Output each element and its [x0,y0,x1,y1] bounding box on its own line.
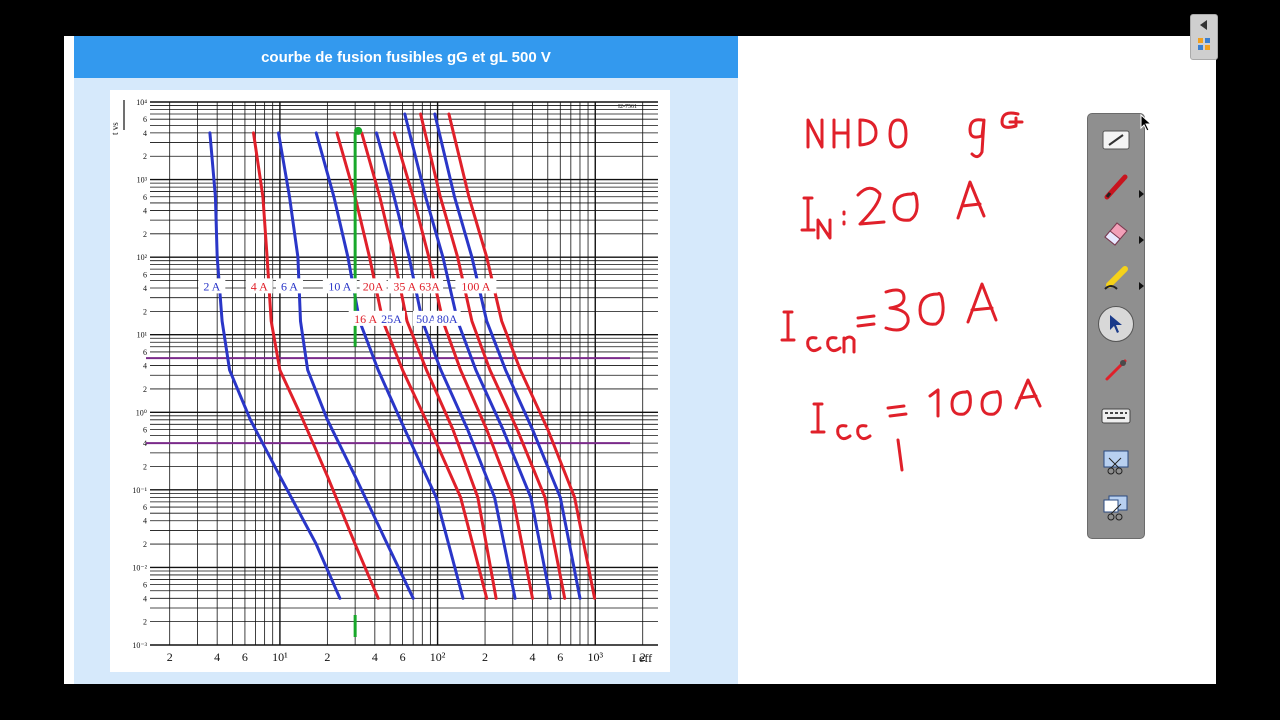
series-label: 6 A [281,279,298,293]
y-tick-label: 6 [143,348,147,357]
x-tick-label: 10² [430,650,446,664]
series-label: 100 A [461,279,490,293]
screen-capture-button[interactable] [1098,444,1134,480]
x-tick-label: 2 [167,650,173,664]
chart-code: I2-7561 [618,104,637,110]
y-tick-label: 6 [143,425,147,434]
pen-button[interactable] [1098,168,1144,204]
series-label: 25A [381,312,402,326]
y-tick-label: 10⁻¹ [132,486,147,495]
y-tick-label: 4 [143,129,147,138]
magic-pen-button[interactable] [1098,352,1134,388]
y-tick-label: 10³ [137,176,148,185]
y-tick-label: 10¹ [137,331,148,340]
y-tick-label: 6 [143,115,147,124]
x-tick-label: 4 [214,650,220,664]
y-tick-label: 10⁴ [136,98,147,107]
select-button[interactable] [1098,306,1134,342]
x-tick-label: 10¹ [272,650,288,664]
series-label: 35 A [393,279,416,293]
y-tick-label: 10⁰ [136,408,147,417]
x-tick-label: 4 [372,650,378,664]
y-tick-label: 2 [143,463,147,472]
y-tick-label: 4 [143,594,147,603]
floating-tools-icon [1197,37,1211,51]
y-tick-label: 10⁻² [132,563,147,572]
mouse-cursor-icon [1140,114,1152,132]
x-axis-label: I eff [632,651,652,665]
highlighter-icon [1104,266,1128,290]
y-tick-label: 10² [137,253,148,262]
x-tick-label: 4 [530,650,536,664]
floating-tools-toolbar [1087,113,1145,539]
y-tick-label: 4 [143,362,147,371]
handwritten-notes [780,111,1042,472]
y-axis-label: t vs [110,122,120,135]
series-label: 20A [363,279,384,293]
magic-pen-icon [1105,359,1127,381]
series-label: 16 A [354,312,377,326]
note-icc-30a [780,282,998,354]
document-title: courbe de fusion fusibles gG et gL 500 V [74,36,738,78]
series-label: 80A [437,312,458,326]
y-tick-label: 6 [143,193,147,202]
y-tick-label: 6 [143,270,147,279]
x-tick-label: 6 [400,650,406,664]
note-icc1-100a [810,378,1042,472]
y-tick-label: 4 [143,517,147,526]
pen-icon [1104,174,1128,200]
fuse-melting-curve-chart: 10⁴ 6 4 2 10³ 6 4 2 10² 6 4 2 10¹ 6 4 2 10⁰ 6 4 2 10⁻¹ 6 4 2 10⁻… [110,90,670,672]
series-label: 10 A [328,279,351,293]
select-arrow-icon [1110,315,1122,333]
eraser-icon [1104,222,1128,246]
screen-capture-icon [1103,450,1129,475]
y-tick-label: 2 [143,307,147,316]
x-tick-label: 2 [482,650,488,664]
keyboard-button[interactable] [1098,398,1134,434]
area-capture-icon [1103,495,1128,521]
series-label: 63A [419,279,440,293]
area-capture-button[interactable] [1098,490,1134,526]
y-tick-label: 10⁻³ [132,641,147,650]
keyboard-icon [1101,408,1131,424]
collapse-arrow-icon [1200,20,1207,30]
y-tick-label: 2 [143,540,147,549]
y-tick-label: 2 [143,230,147,239]
y-tick-label: 2 [143,152,147,161]
x-tick-label: 6 [242,650,248,664]
x-tick-label: 10³ [587,650,603,664]
y-tick-label: 2 [143,618,147,627]
highlighter-button[interactable] [1098,260,1144,296]
fuse-curve [403,112,552,600]
series-label: 4 A [251,279,268,293]
x-tick-label: 2 [324,650,330,664]
green-marker-dot [354,126,363,135]
y-tick-label: 2 [143,385,147,394]
note-nh00-gg [806,111,1024,159]
pen-tray-button[interactable] [1098,122,1134,158]
series-label: 2 A [203,279,220,293]
y-tick-label: 6 [143,581,147,590]
y-tick-label: 4 [143,284,147,293]
toolbar-toggle-tab[interactable] [1190,14,1218,60]
y-tick-label: 6 [143,503,147,512]
note-in-20a [800,180,986,240]
x-tick-label: 6 [557,650,563,664]
pen-tray-icon [1102,130,1130,150]
eraser-button[interactable] [1098,214,1144,250]
y-tick-label: 4 [143,206,147,215]
